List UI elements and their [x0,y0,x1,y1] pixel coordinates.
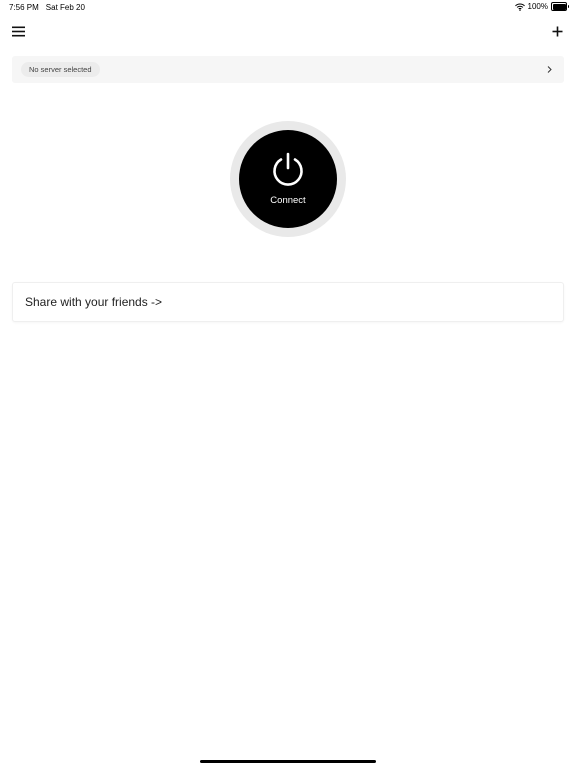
server-selector[interactable]: No server selected [12,56,564,83]
status-right: 100% [514,2,569,11]
share-label: Share with your friends -> [25,295,163,309]
status-bar: 7:56 PM Sat Feb 20 100% [0,0,576,14]
battery-percent: 100% [527,2,548,11]
connect-label: Connect [270,195,306,206]
wifi-icon [514,3,525,11]
menu-button[interactable] [10,23,27,40]
status-date: Sat Feb 20 [45,3,85,12]
home-indicator[interactable] [200,760,376,763]
hamburger-menu-icon [12,26,25,37]
server-status-pill: No server selected [21,62,100,77]
power-icon [273,152,303,186]
chevron-right-icon [547,66,552,73]
status-left: 7:56 PM Sat Feb 20 [9,3,85,12]
plus-icon [552,26,563,37]
battery-fill [552,3,566,10]
share-card[interactable]: Share with your friends -> [12,282,564,322]
status-time: 7:56 PM [9,3,39,12]
battery-icon [551,2,569,11]
add-server-button[interactable] [549,23,566,40]
connect-button[interactable]: Connect [239,130,337,228]
